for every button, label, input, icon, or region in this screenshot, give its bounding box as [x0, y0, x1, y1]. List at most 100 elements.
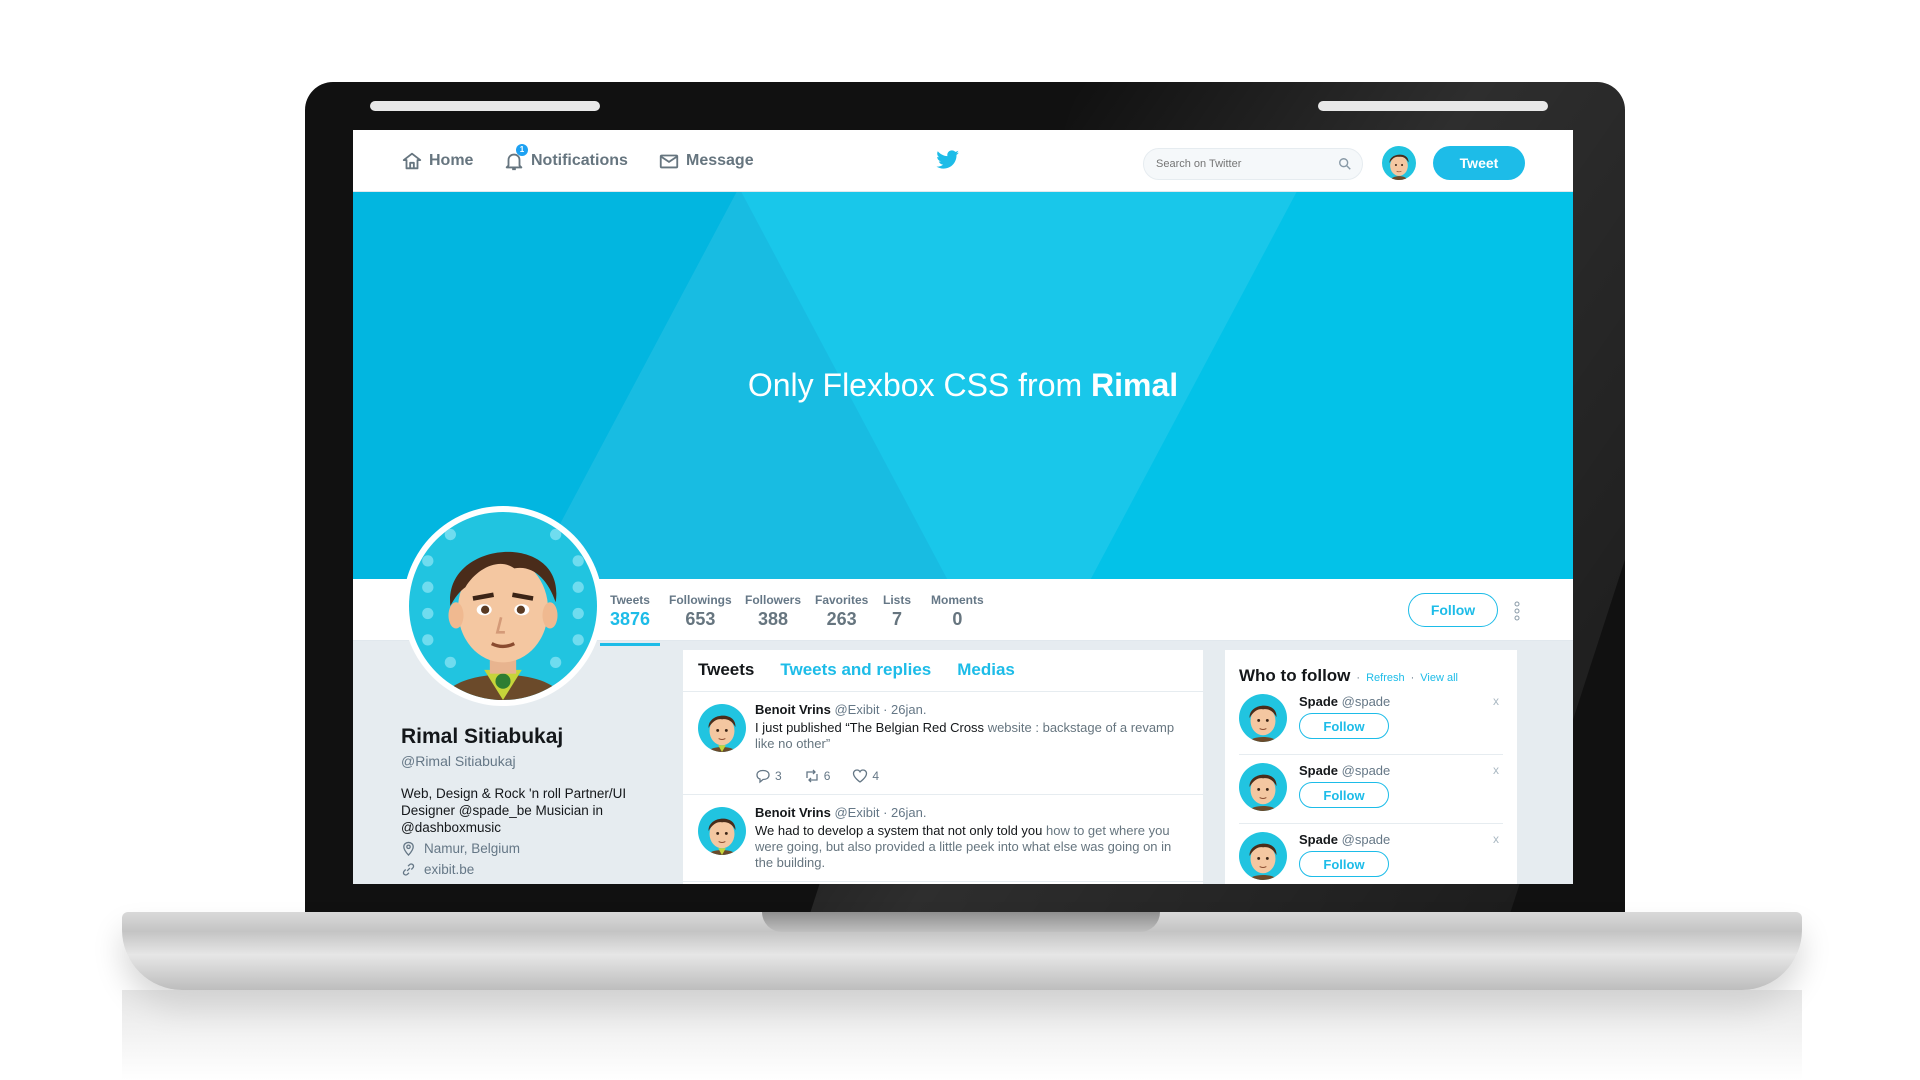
- suggestion-avatar[interactable]: [1239, 832, 1287, 880]
- like-action[interactable]: 4: [852, 768, 879, 784]
- tweet-header: Benoit Vrins @Exibit · 26jan.: [755, 702, 1188, 717]
- nav-message[interactable]: Message: [658, 150, 754, 172]
- nav-notifications-label: Notifications: [531, 152, 628, 169]
- retweet-icon: [806, 769, 818, 783]
- tab-tweets-and-replies[interactable]: Tweets and replies: [780, 660, 931, 691]
- nav-user-avatar[interactable]: [1382, 146, 1416, 180]
- nav-message-label: Message: [686, 152, 754, 169]
- stat-value: 0: [952, 609, 963, 629]
- suggestion-follow-button[interactable]: Follow: [1299, 851, 1389, 877]
- tweet-text: We had to develop a system that not only…: [755, 823, 1185, 871]
- suggestion-name: Spade @spade: [1299, 832, 1503, 847]
- cartoon-face-avatar: [698, 704, 746, 752]
- dismiss-close-icon[interactable]: x: [1493, 832, 1499, 846]
- suggestion-handle: @spade: [1341, 832, 1391, 847]
- more-options-icon[interactable]: [1514, 601, 1520, 621]
- tweet-item[interactable]: Benoit Vrins @Exibit · 26jan. We had to …: [683, 795, 1203, 882]
- tweet-actions: 3 6 4: [755, 768, 1188, 784]
- stat-label: Lists: [883, 593, 912, 607]
- tweet-author-name[interactable]: Benoit Vrins: [755, 702, 831, 717]
- location-pin-icon: [403, 841, 414, 856]
- stat-label: Moments: [931, 593, 984, 607]
- suggestion-handle: @spade: [1341, 694, 1391, 709]
- search-icon[interactable]: [1338, 157, 1352, 171]
- link-icon: [402, 863, 415, 876]
- suggestion-display-name[interactable]: Spade: [1299, 763, 1338, 778]
- stat-label: Tweets: [610, 593, 650, 607]
- tweet-text-part: We had to develop a system that not only…: [755, 823, 1043, 838]
- top-navbar: Home 1 Notifications Message Search on T…: [353, 130, 1573, 192]
- laptop-base-notch: [762, 912, 1160, 932]
- suggestion-follow-button[interactable]: Follow: [1299, 713, 1389, 739]
- nav-notifications[interactable]: 1 Notifications: [503, 144, 628, 172]
- retweet-action[interactable]: 6: [804, 768, 831, 784]
- profile-name: Rimal Sitiabukaj: [401, 725, 564, 748]
- stat-tweets[interactable]: Tweets 3876: [599, 593, 661, 646]
- profile-follow-button[interactable]: Follow: [1408, 593, 1498, 627]
- dismiss-close-icon[interactable]: x: [1493, 694, 1499, 708]
- who-to-follow-panel: Who to follow · Refresh · View all Spade…: [1225, 650, 1517, 884]
- stat-value: 388: [757, 609, 789, 629]
- cartoon-face-avatar: [409, 512, 597, 700]
- suggestion-display-name[interactable]: Spade: [1299, 832, 1338, 847]
- tweet-author-avatar[interactable]: [698, 704, 746, 752]
- suggestion-name: Spade @spade: [1299, 763, 1503, 778]
- twitter-bird-icon[interactable]: [936, 150, 960, 170]
- search-input[interactable]: [1143, 148, 1363, 180]
- profile-location: Namur, Belgium: [401, 841, 520, 856]
- cartoon-face-avatar: [1239, 763, 1287, 811]
- tweet-header: Benoit Vrins @Exibit · 26jan.: [755, 805, 1188, 820]
- stat-moments[interactable]: Moments 0: [931, 593, 984, 630]
- tweet-author-handle: @Exibit: [834, 702, 880, 717]
- nav-home[interactable]: Home: [401, 150, 473, 172]
- cartoon-face-avatar: [1239, 832, 1287, 880]
- suggestion-avatar[interactable]: [1239, 763, 1287, 811]
- stat-followings[interactable]: Followings 653: [669, 593, 732, 630]
- home-icon: [402, 152, 422, 170]
- dismiss-close-icon[interactable]: x: [1493, 763, 1499, 777]
- separator-dot: ·: [1410, 672, 1415, 684]
- tweet-button[interactable]: Tweet: [1433, 146, 1525, 180]
- stat-value: 653: [685, 609, 716, 629]
- suggestion-name: Spade @spade: [1299, 694, 1503, 709]
- laptop-screen: Home 1 Notifications Message Search on T…: [353, 130, 1573, 884]
- profile-avatar-image: [409, 512, 597, 700]
- suggestion-follow-button[interactable]: Follow: [1299, 782, 1389, 808]
- stat-lists[interactable]: Lists 7: [883, 593, 911, 630]
- tweet-author-handle: @Exibit: [834, 805, 880, 820]
- refresh-link[interactable]: Refresh: [1366, 672, 1405, 684]
- who-to-follow-header: Who to follow · Refresh · View all: [1239, 666, 1503, 686]
- view-all-link[interactable]: View all: [1420, 672, 1458, 684]
- tab-tweets[interactable]: Tweets: [698, 660, 754, 691]
- suggestion-avatar[interactable]: [1239, 694, 1287, 742]
- suggestion-item: Spade @spade Follow x: [1239, 755, 1503, 824]
- cover-title-prefix: Only Flexbox CSS from: [747, 367, 1083, 403]
- cartoon-face-avatar: [1382, 146, 1416, 180]
- profile-website-text: exibit.be: [424, 862, 475, 877]
- suggestion-display-name[interactable]: Spade: [1299, 694, 1338, 709]
- tweet-date: · 26jan.: [883, 702, 927, 717]
- tab-medias[interactable]: Medias: [957, 660, 1015, 691]
- heart-icon: [853, 769, 868, 783]
- who-to-follow-title: Who to follow: [1239, 666, 1351, 685]
- envelope-icon: [659, 154, 679, 169]
- tweet-text: I just published “The Belgian Red Cross …: [755, 720, 1185, 752]
- profile-avatar[interactable]: [403, 506, 603, 706]
- tweet-author-avatar[interactable]: [698, 807, 746, 855]
- stat-label: Followings: [669, 593, 732, 607]
- stat-followers[interactable]: Followers 388: [745, 593, 801, 630]
- tweet-item[interactable]: Benoit Vrins @Exibit · 26jan. I just pub…: [683, 692, 1203, 795]
- speaker-grille-right: [1318, 101, 1548, 111]
- profile-website[interactable]: exibit.be: [401, 862, 474, 877]
- suggestion-item: Spade @spade Follow x: [1239, 686, 1503, 755]
- stat-label: Followers: [745, 593, 802, 607]
- tweet-author-name[interactable]: Benoit Vrins: [755, 805, 831, 820]
- profile-handle: @Rimal Sitiabukaj: [401, 753, 516, 769]
- suggestion-handle: @spade: [1341, 763, 1391, 778]
- stat-favorites[interactable]: Favorites 263: [815, 593, 868, 630]
- notifications-icon-wrap: 1: [503, 144, 528, 172]
- reply-action[interactable]: 3: [755, 768, 782, 784]
- retweet-count: 6: [823, 769, 831, 783]
- suggestion-item: Spade @spade Follow x: [1239, 824, 1503, 884]
- tweet-text-part: I just published “The Belgian Red Cross: [755, 720, 985, 735]
